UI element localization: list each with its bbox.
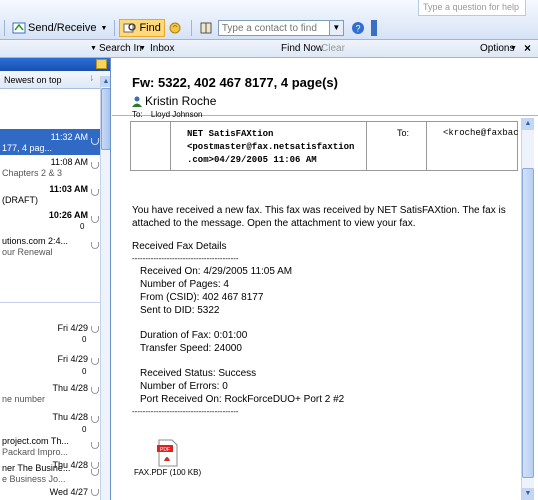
fax-header-to-label: To: bbox=[367, 122, 427, 170]
help-icon: ? bbox=[351, 21, 365, 35]
scroll-up-arrow[interactable]: ▲ bbox=[522, 118, 534, 130]
send-receive-label: Send/Receive bbox=[28, 22, 97, 34]
list-item[interactable]: 10:26 AM 0 bbox=[0, 208, 100, 232]
arrange-by-header[interactable]: Newest on top ⇂ bbox=[0, 71, 110, 89]
fax-duration: Duration of Fax: 0:01:00 bbox=[140, 330, 248, 341]
list-item[interactable]: Wed 4/27 bbox=[0, 487, 100, 500]
sort-icon[interactable]: ⇂ bbox=[88, 74, 95, 83]
find-icon bbox=[123, 21, 137, 35]
arrange-order-label[interactable]: Newest on top bbox=[4, 75, 62, 85]
message-list-scrollbar[interactable]: ▲ bbox=[100, 76, 110, 500]
list-item[interactable]: Fri 4/29 0 bbox=[0, 352, 100, 378]
help-button[interactable]: ? bbox=[348, 19, 370, 37]
address-book-icon bbox=[199, 21, 213, 35]
svg-text:PDF: PDF bbox=[160, 447, 170, 453]
send-receive-icon bbox=[12, 21, 26, 35]
flag-icon[interactable] bbox=[91, 216, 99, 223]
chevron-down-icon[interactable]: ▼ bbox=[139, 45, 146, 52]
search-bar: ▼ Search In ▼ Inbox Find Now Clear Optio… bbox=[0, 40, 538, 58]
attachment-label[interactable]: FAX.PDF (100 KB) bbox=[134, 468, 201, 477]
search-folder-value[interactable]: Inbox bbox=[150, 43, 174, 54]
attachment-icon: 0 bbox=[82, 425, 87, 434]
pdf-file-icon[interactable]: PDF bbox=[156, 439, 180, 467]
search-in-label[interactable]: Search In bbox=[99, 43, 142, 54]
message-subject: Fw: 5322, 402 467 8177, 4 page(s) bbox=[132, 75, 338, 90]
find-label: Find bbox=[139, 22, 161, 34]
number-of-pages: Number of Pages: 4 bbox=[140, 279, 229, 290]
chevron-down-icon[interactable]: ▼ bbox=[90, 45, 97, 52]
sender-name[interactable]: Kristin Roche bbox=[145, 94, 216, 108]
list-item[interactable]: 11:32 AM 177, 4 pag... bbox=[0, 129, 100, 155]
help-question-input[interactable]: Type a question for help bbox=[418, 0, 526, 16]
main-toolbar: Type a question for help Send/Receive ▼ … bbox=[0, 0, 538, 40]
chevron-down-icon[interactable]: ▼ bbox=[101, 25, 108, 32]
svg-text:?: ? bbox=[355, 24, 360, 34]
chevron-down-icon[interactable]: ▼ bbox=[510, 45, 517, 52]
scroll-thumb[interactable] bbox=[101, 88, 110, 150]
toolbar-separator bbox=[4, 20, 5, 36]
find-button[interactable]: Find bbox=[119, 19, 165, 37]
attachment-icon: 0 bbox=[82, 335, 87, 344]
fax-header-cell bbox=[131, 122, 171, 170]
clear-button[interactable]: Clear bbox=[321, 43, 345, 54]
number-of-errors: Number of Errors: 0 bbox=[140, 381, 228, 392]
sent-to-did: Sent to DID: 5322 bbox=[140, 305, 220, 316]
find-now-button[interactable]: Find Now bbox=[281, 43, 323, 54]
toolbar-separator bbox=[190, 20, 192, 36]
scroll-up-arrow[interactable]: ▲ bbox=[101, 76, 110, 87]
send-receive-button[interactable]: Send/Receive ▼ bbox=[9, 19, 110, 37]
list-item[interactable]: Thu 4/28 0 bbox=[0, 410, 100, 436]
list-item[interactable]: Thu 4/28 ne number bbox=[0, 381, 100, 407]
person-icon bbox=[132, 96, 142, 107]
attachment-icon: 0 bbox=[82, 367, 87, 376]
details-separator: ---------------------------------------- bbox=[132, 407, 239, 416]
message-list: Newest on top ⇂ 11:32 AM 177, 4 pag... 1… bbox=[0, 58, 111, 500]
list-item[interactable]: 11:03 AM (DRAFT) bbox=[0, 183, 100, 207]
received-status: Received Status: Success bbox=[140, 368, 257, 379]
folder-icon bbox=[96, 59, 107, 69]
toolbar-separator bbox=[114, 20, 116, 36]
details-separator: ---------------------------------------- bbox=[132, 254, 239, 263]
message-sender[interactable]: Kristin Roche bbox=[132, 94, 216, 108]
fax-header-to-value: <kroche@faxbac bbox=[443, 128, 519, 138]
scroll-down-arrow[interactable]: ▼ bbox=[522, 488, 534, 500]
scroll-thumb[interactable] bbox=[522, 168, 534, 478]
message-body: NET SatisFAXtion <postmaster@fax.netsati… bbox=[112, 118, 521, 500]
organize-icon bbox=[168, 21, 182, 35]
reading-pane: Fw: 5322, 402 467 8177, 4 page(s) Kristi… bbox=[112, 58, 538, 500]
chevron-down-icon[interactable]: ▼ bbox=[329, 20, 344, 36]
reading-pane-scrollbar[interactable]: ▲ ▼ bbox=[521, 118, 534, 500]
details-title: Received Fax Details bbox=[132, 241, 227, 252]
transfer-speed: Transfer Speed: 24000 bbox=[140, 343, 242, 354]
toolbar-options-icon[interactable] bbox=[370, 20, 377, 36]
fax-header-table: NET SatisFAXtion <postmaster@fax.netsati… bbox=[130, 121, 519, 171]
fax-header-from: NET SatisFAXtion <postmaster@fax.netsati… bbox=[171, 122, 367, 170]
received-on: Received On: 4/29/2005 11:05 AM bbox=[140, 266, 293, 277]
port-received-on: Port Received On: RockForceDUO+ Port 2 #… bbox=[140, 394, 345, 405]
fax-intro-text: You have received a new fax. This fax wa… bbox=[132, 205, 506, 229]
organize-button[interactable] bbox=[165, 19, 187, 37]
list-item[interactable]: Fri 4/29 0 bbox=[0, 320, 100, 346]
message-header: Fw: 5322, 402 467 8177, 4 page(s) Kristi… bbox=[112, 58, 538, 119]
contact-search-input[interactable] bbox=[217, 20, 330, 36]
list-item[interactable]: utions.com 2:4... our Renewal bbox=[0, 236, 100, 262]
list-item[interactable]: project.com Th... Packard Impro... bbox=[0, 436, 100, 462]
list-item[interactable]: Thu 4/28 bbox=[0, 460, 100, 474]
close-icon[interactable]: × bbox=[524, 41, 531, 55]
from-csid: From (CSID): 402 467 8177 bbox=[140, 292, 264, 303]
list-group-divider bbox=[0, 302, 100, 303]
attachment-icon: 0 bbox=[80, 222, 85, 231]
address-book-button[interactable] bbox=[196, 19, 218, 37]
list-item[interactable]: 11:08 AM Chapters 2 & 3 bbox=[0, 156, 100, 180]
list-header bbox=[0, 58, 110, 71]
